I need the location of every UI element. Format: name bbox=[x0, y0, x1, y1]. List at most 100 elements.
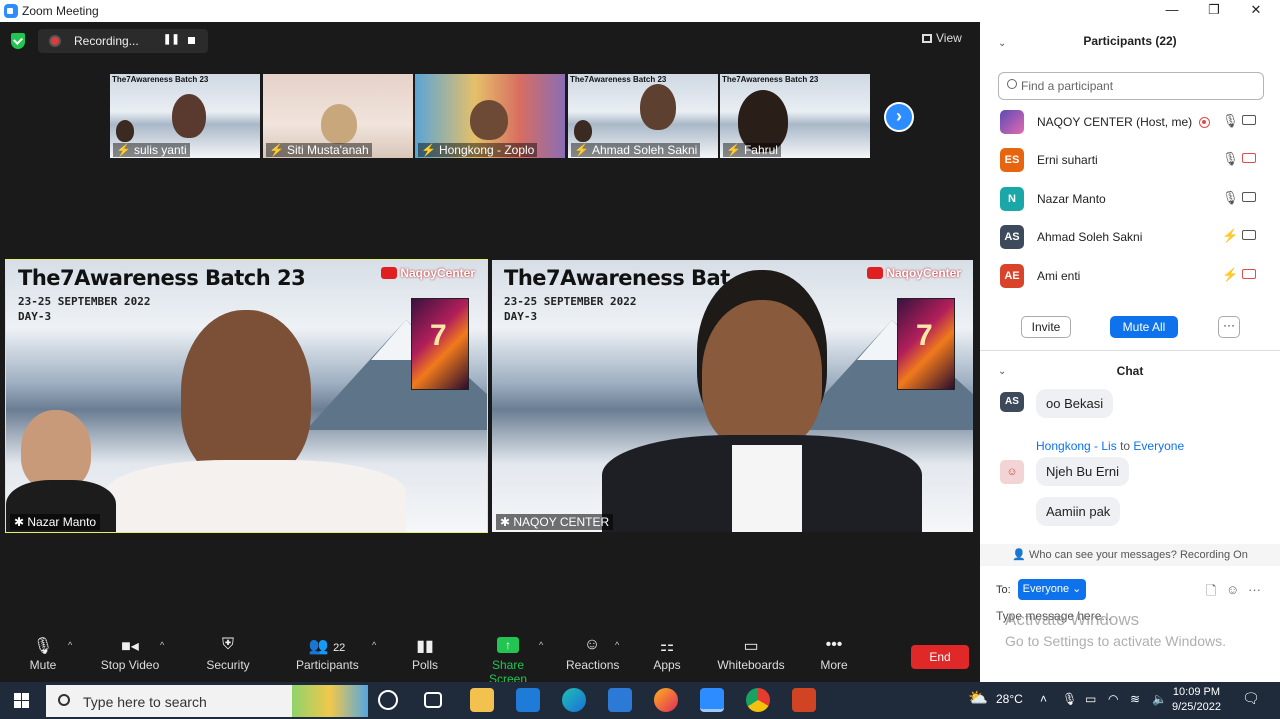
smiley-plus-icon: ☺ bbox=[583, 636, 601, 653]
camera-off-icon[interactable] bbox=[1242, 269, 1256, 279]
apps-icon: ⚏ bbox=[659, 638, 675, 655]
active-speaker-tile[interactable]: The7Awareness Batch 23 23-25 SEPTEMBER 2… bbox=[5, 259, 488, 533]
apps-button[interactable]: ⚏ Apps bbox=[650, 636, 684, 672]
chat-avatar-icon: ☺ bbox=[1000, 460, 1024, 484]
volume-icon[interactable]: 🔈 bbox=[1152, 692, 1167, 706]
camera-icon[interactable] bbox=[1242, 115, 1256, 125]
chat-message: Njeh Bu Erni bbox=[1036, 457, 1129, 486]
file-icon[interactable]: 🗋 bbox=[1206, 582, 1216, 604]
chat-privacy-notice[interactable]: 👤 Who can see your messages? Recording O… bbox=[980, 544, 1280, 566]
activate-windows-subtext: Go to Settings to activate Windows. bbox=[1005, 633, 1226, 649]
end-meeting-button[interactable]: End bbox=[911, 645, 969, 669]
audio-options-caret[interactable]: ^ bbox=[68, 640, 72, 650]
zoom-app-icon[interactable] bbox=[700, 688, 724, 712]
whiteboards-button[interactable]: ▭ Whiteboards bbox=[716, 636, 786, 672]
stop-recording-button[interactable] bbox=[188, 37, 195, 44]
battery-icon[interactable]: ▭ bbox=[1085, 692, 1096, 706]
camera-icon[interactable] bbox=[1242, 230, 1256, 240]
recording-icon bbox=[1199, 117, 1210, 128]
emoji-icon[interactable]: ☺ bbox=[1226, 582, 1239, 597]
microphone-muted-icon[interactable]: ⚡ bbox=[1222, 267, 1238, 283]
thumbnail-name: ⚡ Hongkong - Zoplo bbox=[418, 143, 538, 157]
mic-muted-icon: ⚡ bbox=[116, 143, 131, 157]
thumbnail-banner: The7Awareness Batch 23 bbox=[570, 75, 667, 84]
more-icon[interactable]: ··· bbox=[1248, 582, 1261, 597]
firefox-icon[interactable] bbox=[654, 688, 678, 712]
minimize-button[interactable]: — bbox=[1150, 0, 1194, 22]
microphone-muted-icon[interactable]: ⚡ bbox=[1222, 228, 1238, 244]
video-thumbnail[interactable]: The7Awareness Batch 23 ⚡ Ahmad Soleh Sakn… bbox=[568, 74, 718, 158]
reactions-button[interactable]: ☺ Reactions bbox=[566, 636, 619, 672]
weather-icon[interactable]: ⛅ bbox=[968, 688, 988, 708]
polls-button[interactable]: ▮▮ Polls bbox=[406, 636, 444, 672]
store-icon[interactable] bbox=[608, 688, 632, 712]
camera-icon[interactable] bbox=[1242, 192, 1256, 202]
tile-banner-title: The7Awareness Batch 23 bbox=[18, 266, 306, 290]
mute-button[interactable]: 🎙 Mute bbox=[25, 636, 61, 672]
chat-message: oo Bekasi bbox=[1036, 389, 1114, 418]
more-button[interactable]: ••• More bbox=[818, 636, 850, 672]
close-button[interactable]: ✕ bbox=[1234, 0, 1278, 22]
restore-button[interactable]: ❐ bbox=[1192, 0, 1236, 22]
pin-icon: ✱ bbox=[14, 515, 28, 529]
participant-face bbox=[21, 410, 91, 490]
share-screen-button[interactable]: ↑ Share Screen bbox=[474, 636, 542, 686]
encryption-shield-icon[interactable] bbox=[11, 33, 25, 49]
video-thumbnail[interactable]: The7Awareness Batch 23 ⚡ sulis yanti bbox=[110, 74, 260, 158]
mute-all-button[interactable]: Mute All bbox=[1110, 316, 1178, 338]
participant-name: Nazar Manto bbox=[1037, 192, 1106, 206]
notifications-icon[interactable]: 🗨 bbox=[1242, 690, 1260, 707]
participant-row[interactable]: N Nazar Manto 🎙 bbox=[1000, 183, 1260, 215]
task-view-icon[interactable] bbox=[424, 692, 442, 708]
security-button[interactable]: ⛨ Security bbox=[204, 636, 252, 672]
participant-name: Ahmad Soleh Sakni bbox=[1037, 230, 1143, 244]
participants-button[interactable]: 👥 22 Participants bbox=[296, 636, 359, 672]
more-options-button[interactable]: ··· bbox=[1218, 316, 1240, 338]
camera-off-icon[interactable] bbox=[1242, 153, 1256, 163]
windows-start-icon[interactable] bbox=[14, 693, 30, 709]
powerpoint-icon[interactable] bbox=[792, 688, 816, 712]
edge-icon[interactable] bbox=[562, 688, 586, 712]
network-icon[interactable]: ◠ bbox=[1108, 692, 1118, 706]
video-camera-icon: ■◂ bbox=[121, 638, 139, 655]
participant-row[interactable]: AS Ahmad Soleh Sakni ⚡ bbox=[1000, 221, 1260, 253]
cortana-icon[interactable] bbox=[378, 690, 398, 710]
microphone-tray-icon[interactable]: 🎙 bbox=[1062, 692, 1077, 706]
tray-chevron-icon[interactable]: ˄ bbox=[1040, 692, 1047, 706]
mail-icon[interactable] bbox=[516, 688, 540, 712]
taskbar-clock[interactable]: 10:09 PM 9/25/2022 bbox=[1172, 685, 1221, 715]
reactions-options-caret[interactable]: ^ bbox=[615, 640, 619, 650]
file-explorer-icon[interactable] bbox=[470, 688, 494, 712]
video-options-caret[interactable]: ^ bbox=[160, 640, 164, 650]
view-button[interactable]: View bbox=[922, 31, 962, 51]
youtube-icon bbox=[381, 267, 398, 279]
chat-avatar: AS bbox=[1000, 392, 1024, 412]
thumbnail-name: ⚡ Fahrul bbox=[723, 143, 781, 157]
recording-dot-icon bbox=[49, 35, 61, 47]
participant-row[interactable]: NAQOY CENTER (Host, me) 🎙 bbox=[1000, 106, 1260, 138]
tile-banner-subtitle: 23-25 SEPTEMBER 2022 DAY-3 bbox=[504, 295, 637, 323]
video-thumbnail[interactable]: ⚡ Hongkong - Zoplo bbox=[415, 74, 565, 158]
participants-options-caret[interactable]: ^ bbox=[372, 640, 376, 650]
video-thumbnail[interactable]: ⚡ Siti Musta'anah bbox=[263, 74, 413, 158]
chrome-icon[interactable] bbox=[746, 688, 770, 712]
invite-button[interactable]: Invite bbox=[1021, 316, 1071, 338]
wifi-icon[interactable]: ≋ bbox=[1130, 692, 1140, 706]
share-options-caret[interactable]: ^ bbox=[539, 640, 543, 650]
microphone-icon[interactable]: 🎙 bbox=[1222, 113, 1239, 129]
microphone-icon[interactable]: 🎙 bbox=[1222, 190, 1239, 206]
pause-recording-button[interactable]: ❚❚ bbox=[163, 34, 180, 45]
temperature[interactable]: 28°C bbox=[996, 692, 1023, 706]
participant-face bbox=[172, 94, 206, 138]
participant-row[interactable]: AE Ami enti ⚡ bbox=[1000, 260, 1260, 292]
participant-search-input[interactable]: Find a participant bbox=[998, 72, 1264, 100]
recipient-dropdown[interactable]: Everyone ⌄ bbox=[1018, 579, 1086, 600]
microphone-icon[interactable]: 🎙 bbox=[1222, 151, 1239, 167]
stop-video-button[interactable]: ■◂ Stop Video bbox=[98, 636, 162, 672]
mic-muted-icon: ⚡ bbox=[421, 143, 436, 157]
taskbar-search-input[interactable]: Type here to search bbox=[46, 685, 368, 717]
next-page-button[interactable]: › bbox=[884, 102, 914, 132]
video-thumbnail[interactable]: The7Awareness Batch 23 ⚡ Fahrul bbox=[720, 74, 870, 158]
participant-row[interactable]: ES Erni suharti 🎙 bbox=[1000, 144, 1260, 176]
video-tile[interactable]: The7Awareness Bat 23-25 SEPTEMBER 2022 DA… bbox=[492, 260, 973, 532]
